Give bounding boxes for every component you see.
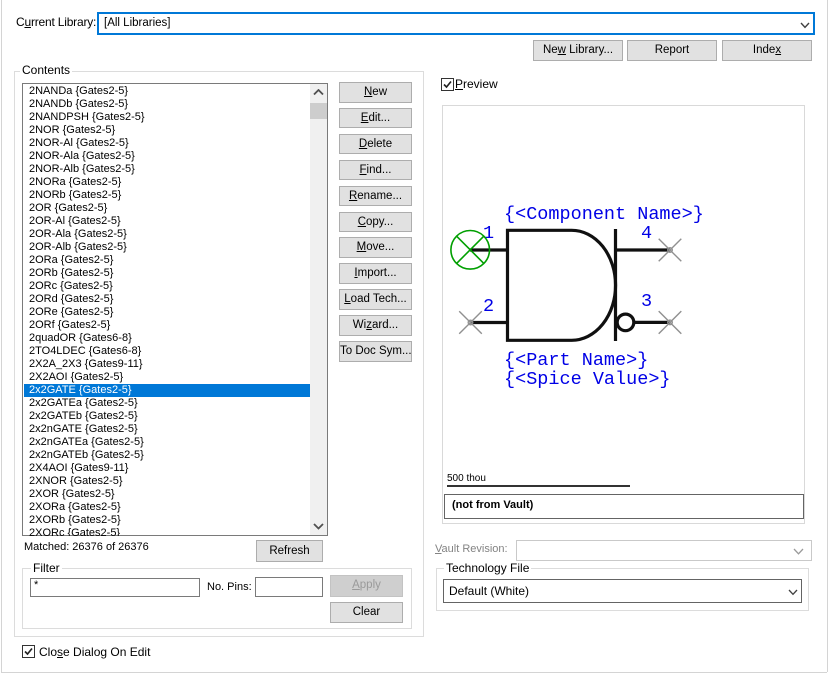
svg-text:3: 3 — [641, 291, 652, 312]
svg-text:1: 1 — [483, 223, 494, 244]
svg-text:{<Spice Value>}: {<Spice Value>} — [504, 369, 671, 390]
svg-text:2: 2 — [483, 296, 494, 317]
svg-text:{<Component Name>}: {<Component Name>} — [504, 204, 704, 225]
svg-text:4: 4 — [641, 223, 652, 244]
svg-text:{<Part Name>}: {<Part Name>} — [504, 350, 648, 371]
